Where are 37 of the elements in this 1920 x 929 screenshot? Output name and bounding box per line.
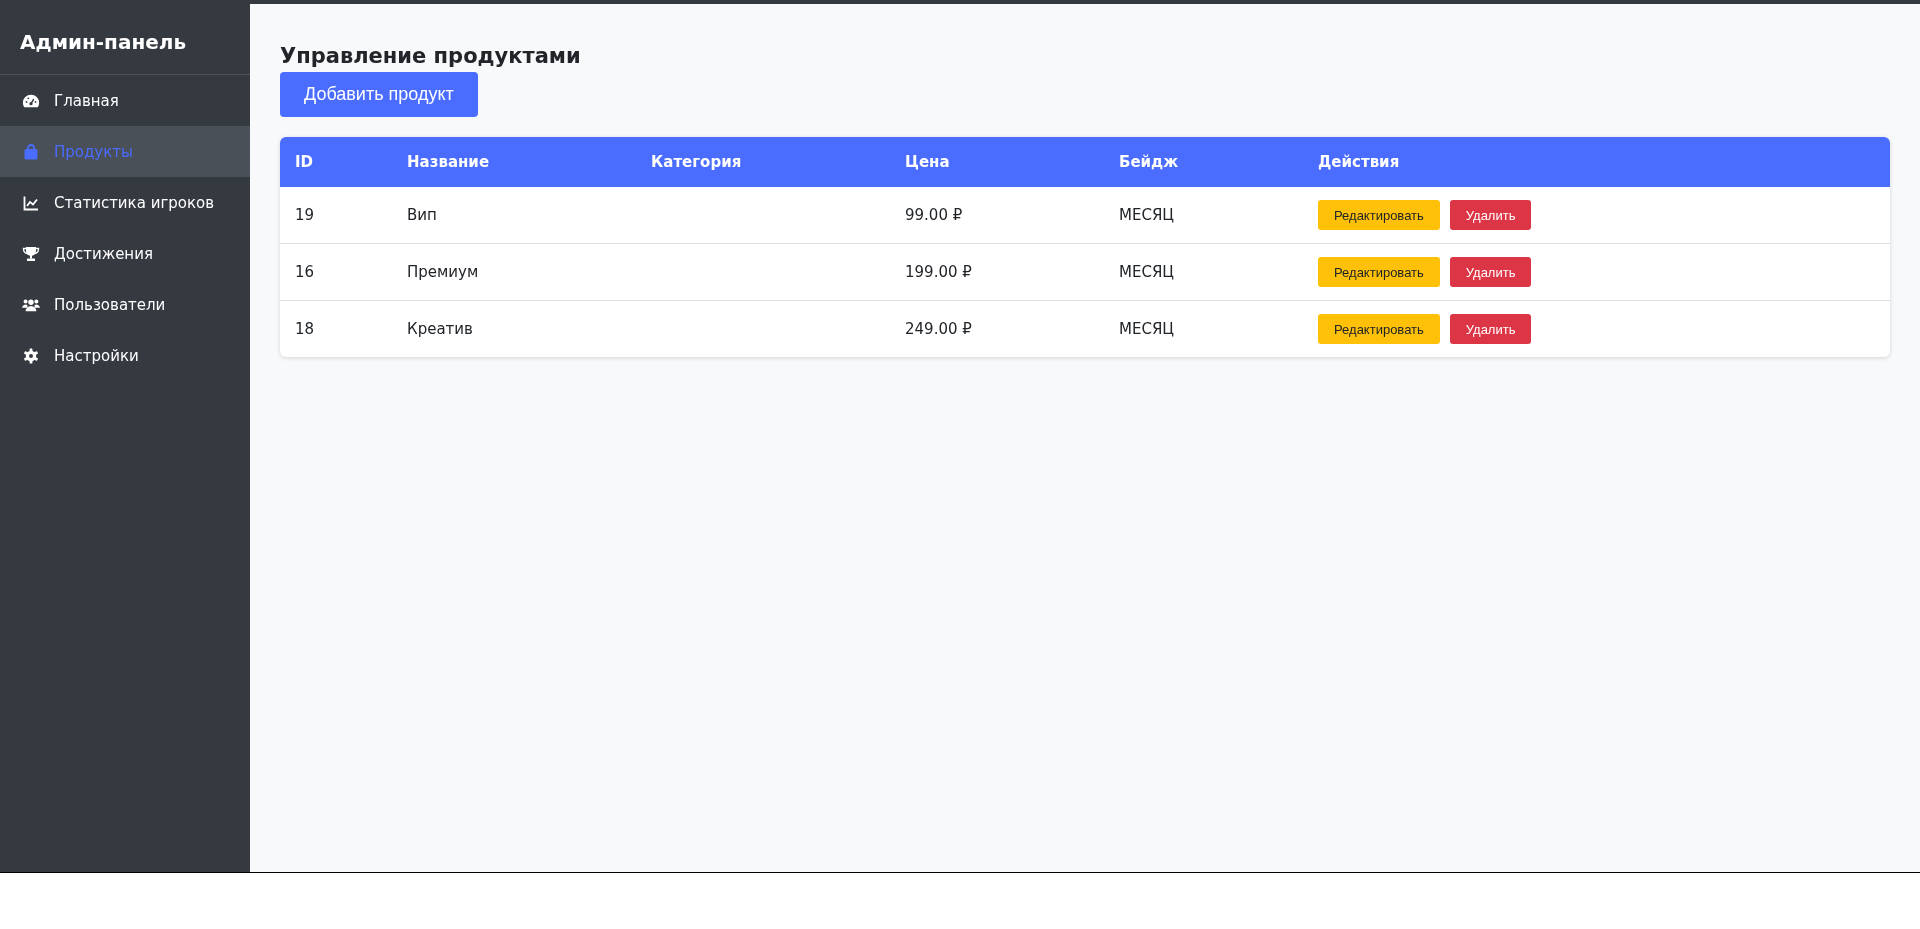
page-heading: Управление продуктами (280, 44, 582, 68)
table-cell: МЕСЯЦ (1119, 263, 1174, 281)
sidebar-item[interactable]: Достижения (0, 228, 250, 279)
trophy-icon (22, 245, 40, 262)
delete-button[interactable]: Удалить (1449, 314, 1532, 344)
table-cell: Креатив (407, 320, 473, 338)
delete-button[interactable]: Удалить (1449, 200, 1532, 230)
edit-button[interactable]: Редактировать (1318, 314, 1440, 344)
edit-button[interactable]: Редактировать (1318, 257, 1440, 287)
settings-icon (22, 347, 40, 364)
column-header: Категория (650, 153, 743, 171)
table-cell: 19 (295, 206, 315, 224)
sidebar-item[interactable]: Статистика игроков (0, 177, 250, 228)
table-cell: 199.00 ₽ (905, 263, 972, 281)
column-header: Название (406, 153, 491, 171)
delete-button[interactable]: Удалить (1449, 257, 1532, 287)
line-chart-icon (22, 194, 40, 211)
table-cell: 99.00 ₽ (905, 206, 963, 224)
table-cell: 16 (295, 263, 315, 281)
table-cell: Вип (407, 206, 437, 224)
column-header: ID (294, 153, 315, 171)
bag-icon (22, 143, 40, 160)
sidebar-item[interactable]: Настройки (0, 330, 250, 381)
column-header: Цена (904, 153, 951, 171)
column-header: Действия (1317, 153, 1401, 171)
users-icon (22, 296, 40, 313)
table-cell: 249.00 ₽ (905, 320, 972, 338)
sidebar-item[interactable]: Главная (0, 75, 250, 126)
sidebar-item[interactable]: Пользователи (0, 279, 250, 330)
table-cell: МЕСЯЦ (1119, 320, 1174, 338)
edit-button[interactable]: Редактировать (1318, 200, 1440, 230)
table-cell: Премиум (407, 263, 479, 281)
gauge-icon (22, 92, 40, 109)
column-header: Бейдж (1118, 153, 1180, 171)
table-cell: 18 (295, 320, 315, 338)
table-cell: МЕСЯЦ (1119, 206, 1174, 224)
add-product-button[interactable]: Добавить продукт (280, 72, 478, 117)
